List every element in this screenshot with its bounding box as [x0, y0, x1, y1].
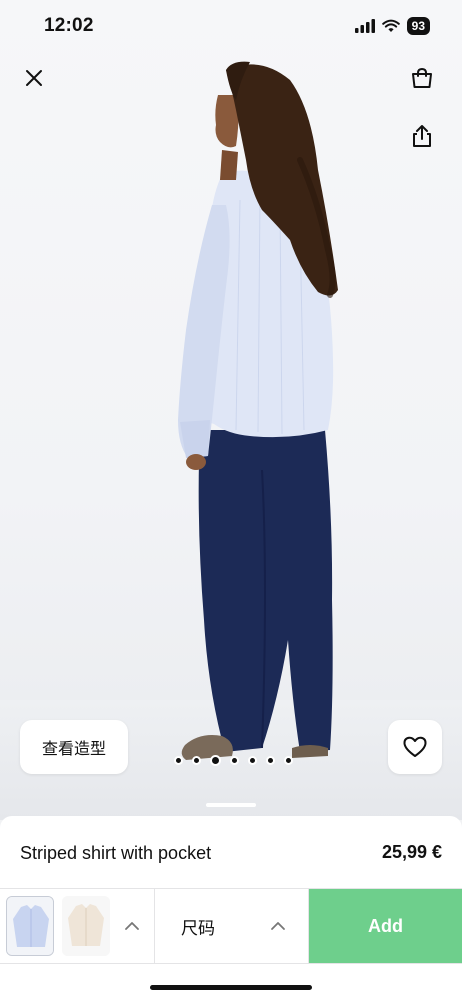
chevron-up-icon[interactable] [124, 921, 140, 931]
wifi-icon [381, 19, 400, 32]
color-swatch-blue-stripe[interactable] [6, 896, 54, 956]
shirt-thumbnail-beige [62, 896, 110, 956]
pagination-dot[interactable] [284, 756, 293, 765]
pagination-dot-active[interactable] [210, 755, 221, 766]
home-indicator [150, 985, 312, 990]
view-outfit-button[interactable]: 查看造型 [20, 720, 128, 774]
close-button[interactable] [16, 60, 52, 96]
pagination-dot[interactable] [230, 756, 239, 765]
color-swatch-beige[interactable] [62, 896, 110, 956]
product-image[interactable]: 12:02 93 查看造型 [0, 0, 462, 820]
shopping-bag-icon [412, 67, 432, 88]
status-time: 12:02 [44, 15, 94, 36]
heart-icon [403, 736, 427, 757]
signal-icon [354, 19, 375, 33]
color-selector[interactable] [0, 889, 155, 963]
close-icon [26, 70, 42, 86]
pagination-dot[interactable] [248, 756, 257, 765]
model-photo [178, 61, 338, 760]
chevron-up-icon [271, 922, 285, 930]
product-price: 25,99 € [381, 842, 442, 862]
add-to-bag-button[interactable]: Add [309, 889, 462, 963]
battery-badge: 93 [406, 17, 430, 35]
shirt-thumbnail-blue [7, 897, 53, 955]
share-button[interactable] [404, 118, 440, 154]
size-label: 尺码 [181, 918, 215, 939]
purchase-bar: 尺码 Add [0, 888, 462, 964]
image-pagination [174, 755, 293, 766]
pagination-dot[interactable] [192, 756, 201, 765]
pagination-dot[interactable] [266, 756, 275, 765]
status-bar: 12:02 93 [0, 0, 462, 52]
pagination-dot[interactable] [174, 756, 183, 765]
status-icons: 93 [354, 17, 430, 35]
sheet-handle[interactable] [206, 803, 256, 807]
shopping-bag-button[interactable] [404, 60, 440, 96]
size-selector[interactable]: 尺码 [155, 889, 309, 963]
favorite-button[interactable] [388, 720, 442, 774]
share-icon [413, 125, 431, 147]
product-name: Striped shirt with pocket [20, 843, 212, 863]
